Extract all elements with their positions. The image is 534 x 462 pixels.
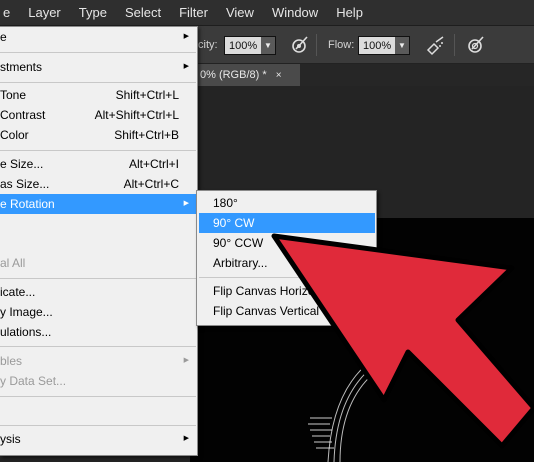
- menu-item-label: stments: [0, 60, 43, 74]
- menu-view[interactable]: View: [217, 0, 263, 26]
- opacity-select[interactable]: 100% ▼: [224, 36, 276, 55]
- airbrush-icon[interactable]: [424, 34, 446, 56]
- menu-separator: [199, 277, 375, 278]
- menu-item-reveal-all[interactable]: al All: [0, 253, 196, 273]
- menu-type[interactable]: Type: [70, 0, 116, 26]
- flow-label: Flow:: [328, 39, 355, 51]
- shortcut-label: Alt+Shift+Ctrl+L: [94, 108, 179, 122]
- menu-item-label: Flip Canvas Vertical: [213, 304, 320, 318]
- menu-item-label: icate...: [0, 285, 36, 299]
- menu-bar: e Layer Type Select Filter View Window H…: [0, 0, 534, 26]
- menu-item-apply-data-set[interactable]: y Data Set...: [0, 371, 196, 391]
- shortcut-label: Alt+Ctrl+C: [123, 177, 179, 191]
- menu-item-label: Tone: [0, 88, 27, 102]
- menu-item-label: Flip Canvas Horizontal: [213, 284, 334, 298]
- menu-item-mode[interactable]: e ▶: [0, 27, 196, 47]
- menu-select[interactable]: Select: [116, 0, 170, 26]
- submenu-arrow-icon: ▶: [183, 357, 189, 364]
- menu-item-duplicate[interactable]: icate...: [0, 282, 196, 302]
- menu-filter[interactable]: Filter: [170, 0, 217, 26]
- submenu-arrow-icon: ▶: [183, 63, 189, 70]
- menu-item-label: al All: [0, 256, 26, 270]
- menu-separator: [0, 150, 196, 151]
- shortcut-label: Shift+Ctrl+B: [114, 128, 179, 142]
- menu-item-apply-image[interactable]: y Image...: [0, 302, 196, 322]
- image-menu-dropdown: e ▶ stments ▶ Tone Shift+Ctrl+L Contrast…: [0, 26, 198, 456]
- document-tab-title: 0% (RGB/8) *: [200, 69, 267, 81]
- flip-canvas-vertical[interactable]: Flip Canvas Vertical: [199, 301, 375, 321]
- chevron-down-icon[interactable]: ▼: [395, 37, 409, 54]
- menu-item-label: e Size...: [0, 157, 44, 171]
- flip-canvas-horizontal[interactable]: Flip Canvas Horizontal: [199, 281, 375, 301]
- menu-item-variables[interactable]: bles ▶: [0, 351, 196, 371]
- menu-separator: [0, 52, 196, 53]
- submenu-arrow-icon: ▶: [183, 435, 189, 442]
- chevron-down-icon[interactable]: ▼: [261, 37, 275, 54]
- menu-item-adjustments[interactable]: stments ▶: [0, 57, 196, 77]
- menu-item-analysis[interactable]: ysis ▶: [0, 429, 196, 449]
- shortcut-label: Shift+Ctrl+L: [115, 88, 179, 102]
- shortcut-label: Alt+Ctrl+I: [128, 157, 179, 171]
- menu-item-crop[interactable]: [0, 214, 196, 234]
- options-divider: [316, 34, 317, 56]
- menu-item-label: ysis: [0, 432, 21, 446]
- menu-help[interactable]: Help: [327, 0, 372, 26]
- opacity-label: city:: [198, 39, 218, 51]
- close-icon[interactable]: ×: [276, 70, 282, 81]
- menu-separator: [0, 278, 196, 279]
- opacity-value[interactable]: 100%: [225, 40, 261, 52]
- menu-separator: [0, 396, 196, 397]
- menu-item-image-rotation[interactable]: e Rotation ▶: [0, 194, 196, 214]
- image-rotation-submenu: 180° 90° CW 90° CCW Arbitrary... Flip Ca…: [196, 190, 377, 326]
- menu-item-label: 90° CCW: [213, 236, 264, 250]
- menu-item-label: 180°: [213, 196, 238, 210]
- menu-item-label: 90° CW: [213, 216, 255, 230]
- menu-item-label: Arbitrary...: [213, 256, 268, 270]
- pressure-opacity-icon[interactable]: [288, 34, 310, 56]
- menu-item-label: Contrast: [0, 108, 46, 122]
- menu-separator: [0, 425, 196, 426]
- menu-item-auto-color[interactable]: Color Shift+Ctrl+B: [0, 125, 196, 145]
- rotation-90-cw[interactable]: 90° CW: [199, 213, 375, 233]
- options-divider: [454, 34, 455, 56]
- menu-item-calculations[interactable]: ulations...: [0, 322, 196, 342]
- menu-image-partial[interactable]: e: [0, 0, 19, 26]
- menu-item-auto-tone[interactable]: Tone Shift+Ctrl+L: [0, 85, 196, 105]
- menu-window[interactable]: Window: [263, 0, 327, 26]
- menu-item-trap[interactable]: [0, 400, 196, 420]
- rotation-90-ccw[interactable]: 90° CCW: [199, 233, 375, 253]
- menu-item-canvas-size[interactable]: as Size... Alt+Ctrl+C: [0, 174, 196, 194]
- submenu-arrow-icon: ▶: [183, 33, 189, 40]
- menu-separator: [0, 82, 196, 83]
- menu-item-auto-contrast[interactable]: Contrast Alt+Shift+Ctrl+L: [0, 105, 196, 125]
- menu-item-image-size[interactable]: e Size... Alt+Ctrl+I: [0, 154, 196, 174]
- menu-item-label: e: [0, 30, 7, 44]
- rotation-arbitrary[interactable]: Arbitrary...: [199, 253, 375, 273]
- menu-item-label: as Size...: [0, 177, 50, 191]
- menu-item-label: y Data Set...: [0, 374, 67, 388]
- flow-select[interactable]: 100% ▼: [358, 36, 410, 55]
- pressure-size-icon[interactable]: [464, 34, 486, 56]
- menu-item-label: ulations...: [0, 325, 52, 339]
- submenu-arrow-icon: ▶: [183, 200, 189, 207]
- flow-value[interactable]: 100%: [359, 40, 395, 52]
- menu-layer[interactable]: Layer: [19, 0, 70, 26]
- menu-item-label: bles: [0, 354, 23, 368]
- rotation-180[interactable]: 180°: [199, 193, 375, 213]
- document-tab[interactable]: 0% (RGB/8) * ×: [190, 64, 300, 86]
- menu-separator: [0, 346, 196, 347]
- menu-item-label: Color: [0, 128, 29, 142]
- menu-item-label: y Image...: [0, 305, 53, 319]
- menu-item-label: e Rotation: [0, 197, 55, 211]
